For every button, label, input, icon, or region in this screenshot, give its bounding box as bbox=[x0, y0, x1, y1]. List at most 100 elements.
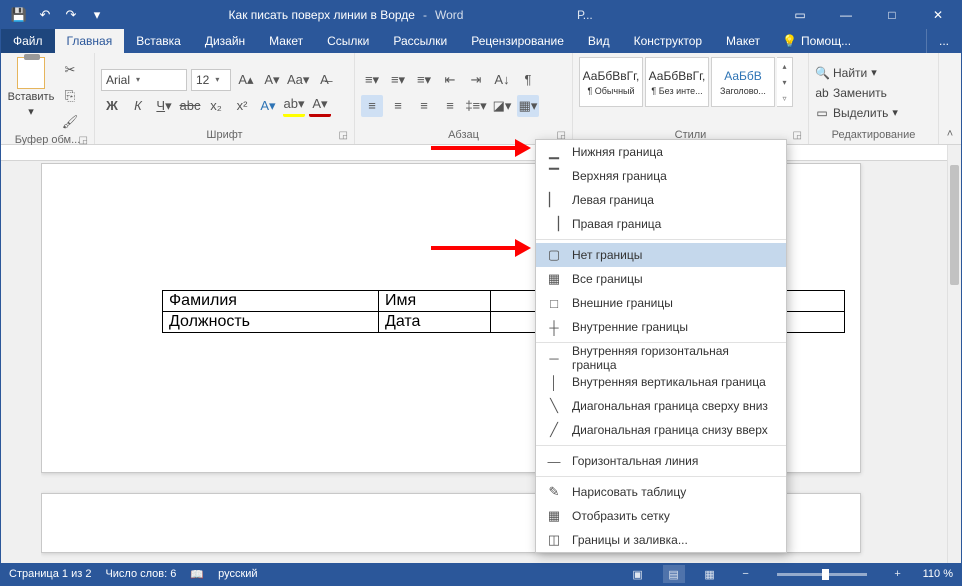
style-normal[interactable]: АаБбВвГг,¶ Обычный bbox=[579, 57, 643, 107]
numbering-icon[interactable]: ≡▾ bbox=[387, 69, 409, 91]
menu-inside-v-border[interactable]: │Внутренняя вертикальная граница bbox=[536, 370, 786, 394]
font-color-icon[interactable]: A▾ bbox=[309, 95, 331, 117]
menu-draw-table[interactable]: ✎Нарисовать таблицу bbox=[536, 480, 786, 504]
tab-file[interactable]: Файл bbox=[1, 29, 55, 53]
zoom-out-button[interactable]: − bbox=[735, 565, 757, 583]
menu-bottom-border[interactable]: ▁Нижняя граница bbox=[536, 140, 786, 164]
table-cell[interactable]: Дата bbox=[379, 312, 491, 333]
tab-mailings[interactable]: Рассылки bbox=[381, 29, 459, 53]
line-spacing-icon[interactable]: ‡≡▾ bbox=[465, 95, 487, 117]
menu-diag-down-border[interactable]: ╲Диагональная граница сверху вниз bbox=[536, 394, 786, 418]
status-language[interactable]: русский bbox=[218, 568, 257, 580]
grow-font-icon[interactable]: A▴ bbox=[235, 69, 257, 91]
paste-button[interactable]: Вставить ▾ bbox=[7, 57, 55, 118]
shading-icon[interactable]: ◪▾ bbox=[491, 95, 513, 117]
vertical-scrollbar[interactable] bbox=[947, 145, 961, 563]
style-no-spacing[interactable]: АаБбВвГг,¶ Без инте... bbox=[645, 57, 709, 107]
bullets-icon[interactable]: ≡▾ bbox=[361, 69, 383, 91]
menu-horizontal-line[interactable]: ―Горизонтальная линия bbox=[536, 449, 786, 473]
share-button[interactable]: ... bbox=[926, 29, 961, 53]
minimize-icon[interactable]: ― bbox=[823, 1, 869, 29]
select-button[interactable]: ▭Выделить ▾ bbox=[815, 103, 932, 123]
show-marks-icon[interactable]: ¶ bbox=[517, 69, 539, 91]
font-name-combo[interactable]: Arial▾ bbox=[101, 69, 187, 91]
group-label-font: Шрифт◲ bbox=[101, 128, 348, 142]
multilevel-icon[interactable]: ≡▾ bbox=[413, 69, 435, 91]
zoom-level[interactable]: 110 % bbox=[923, 568, 953, 580]
decrease-indent-icon[interactable]: ⇤ bbox=[439, 69, 461, 91]
tab-layout[interactable]: Макет bbox=[257, 29, 315, 53]
spellcheck-icon[interactable]: 📖 bbox=[190, 568, 204, 581]
table-cell[interactable]: Должность bbox=[163, 312, 379, 333]
justify-icon[interactable]: ≡ bbox=[439, 95, 461, 117]
replace-button[interactable]: abЗаменить bbox=[815, 83, 932, 103]
menu-right-border[interactable]: ▕Правая граница bbox=[536, 212, 786, 236]
status-words[interactable]: Число слов: 6 bbox=[105, 568, 176, 580]
zoom-slider[interactable] bbox=[777, 573, 867, 576]
read-mode-icon[interactable]: ▣ bbox=[627, 565, 649, 583]
find-button[interactable]: 🔍Найти ▾ bbox=[815, 63, 932, 83]
menu-borders-shading[interactable]: ◫Границы и заливка... bbox=[536, 528, 786, 552]
table-cell[interactable]: Фамилия bbox=[163, 291, 379, 312]
tab-review[interactable]: Рецензирование bbox=[459, 29, 576, 53]
format-painter-icon[interactable]: 🖌 bbox=[59, 111, 81, 133]
zoom-in-button[interactable]: + bbox=[887, 565, 909, 583]
tab-layout2[interactable]: Макет bbox=[714, 29, 772, 53]
maximize-icon[interactable]: □ bbox=[869, 1, 915, 29]
superscript-button[interactable]: x² bbox=[231, 95, 253, 117]
text-effects-icon[interactable]: A▾ bbox=[257, 95, 279, 117]
collapse-ribbon-icon[interactable]: ˄ bbox=[947, 128, 953, 140]
tab-home[interactable]: Главная bbox=[55, 29, 125, 53]
highlight-icon[interactable]: ab▾ bbox=[283, 95, 305, 117]
print-layout-icon[interactable]: ▤ bbox=[663, 565, 685, 583]
redo-icon[interactable]: ↷ bbox=[59, 3, 83, 27]
italic-button[interactable]: К bbox=[127, 95, 149, 117]
tell-me[interactable]: 💡Помощ... bbox=[772, 29, 861, 53]
subscript-button[interactable]: x₂ bbox=[205, 95, 227, 117]
sort-icon[interactable]: A↓ bbox=[491, 69, 513, 91]
menu-top-border[interactable]: ▔Верхняя граница bbox=[536, 164, 786, 188]
clear-format-icon[interactable]: A̶ bbox=[313, 69, 335, 91]
increase-indent-icon[interactable]: ⇥ bbox=[465, 69, 487, 91]
underline-button[interactable]: Ч▾ bbox=[153, 95, 175, 117]
tab-view[interactable]: Вид bbox=[576, 29, 622, 53]
border-inside-h-icon: ─ bbox=[546, 350, 562, 366]
menu-no-border[interactable]: ▢Нет границы bbox=[536, 243, 786, 267]
menu-all-borders[interactable]: ▦Все границы bbox=[536, 267, 786, 291]
styles-more[interactable]: ▴▾▿ bbox=[777, 57, 793, 107]
copy-icon[interactable]: ⎘ bbox=[59, 85, 81, 107]
bold-button[interactable]: Ж bbox=[101, 95, 123, 117]
tab-insert[interactable]: Вставка bbox=[124, 29, 193, 53]
menu-outside-borders[interactable]: □Внешние границы bbox=[536, 291, 786, 315]
align-center-icon[interactable]: ≡ bbox=[387, 95, 409, 117]
scroll-thumb[interactable] bbox=[950, 165, 959, 285]
change-case-icon[interactable]: Aa▾ bbox=[287, 69, 309, 91]
launcher-icon[interactable]: ◲ bbox=[793, 130, 802, 141]
tab-references[interactable]: Ссылки bbox=[315, 29, 381, 53]
tab-developer[interactable]: Конструктор bbox=[622, 29, 714, 53]
tab-design[interactable]: Дизайн bbox=[193, 29, 257, 53]
status-page[interactable]: Страница 1 из 2 bbox=[9, 568, 91, 580]
style-heading1[interactable]: АаБбВЗаголово... bbox=[711, 57, 775, 107]
qat-customize-icon[interactable]: ▾ bbox=[85, 3, 109, 27]
menu-diag-up-border[interactable]: ╱Диагональная граница снизу вверх bbox=[536, 418, 786, 442]
menu-view-gridlines[interactable]: ▦Отобразить сетку bbox=[536, 504, 786, 528]
strike-button[interactable]: abc bbox=[179, 95, 201, 117]
table-cell[interactable]: Имя bbox=[379, 291, 491, 312]
menu-inside-h-border[interactable]: ─Внутренняя горизонтальная граница bbox=[536, 346, 786, 370]
shrink-font-icon[interactable]: A▾ bbox=[261, 69, 283, 91]
web-layout-icon[interactable]: ▦ bbox=[699, 565, 721, 583]
font-size-combo[interactable]: 12▾ bbox=[191, 69, 231, 91]
launcher-icon[interactable]: ◲ bbox=[339, 130, 348, 141]
menu-left-border[interactable]: ▏Левая граница bbox=[536, 188, 786, 212]
align-right-icon[interactable]: ≡ bbox=[413, 95, 435, 117]
cut-icon[interactable]: ✂ bbox=[59, 59, 81, 81]
undo-icon[interactable]: ↶ bbox=[33, 3, 57, 27]
save-icon[interactable]: 💾 bbox=[7, 3, 31, 27]
ribbon-options-icon[interactable]: ▭ bbox=[777, 1, 823, 29]
contextual-tab-label: Р... bbox=[577, 8, 593, 22]
borders-button[interactable]: ▦▾ bbox=[517, 95, 539, 117]
close-icon[interactable]: ✕ bbox=[915, 1, 961, 29]
menu-inside-borders[interactable]: ┼Внутренние границы bbox=[536, 315, 786, 339]
align-left-icon[interactable]: ≡ bbox=[361, 95, 383, 117]
